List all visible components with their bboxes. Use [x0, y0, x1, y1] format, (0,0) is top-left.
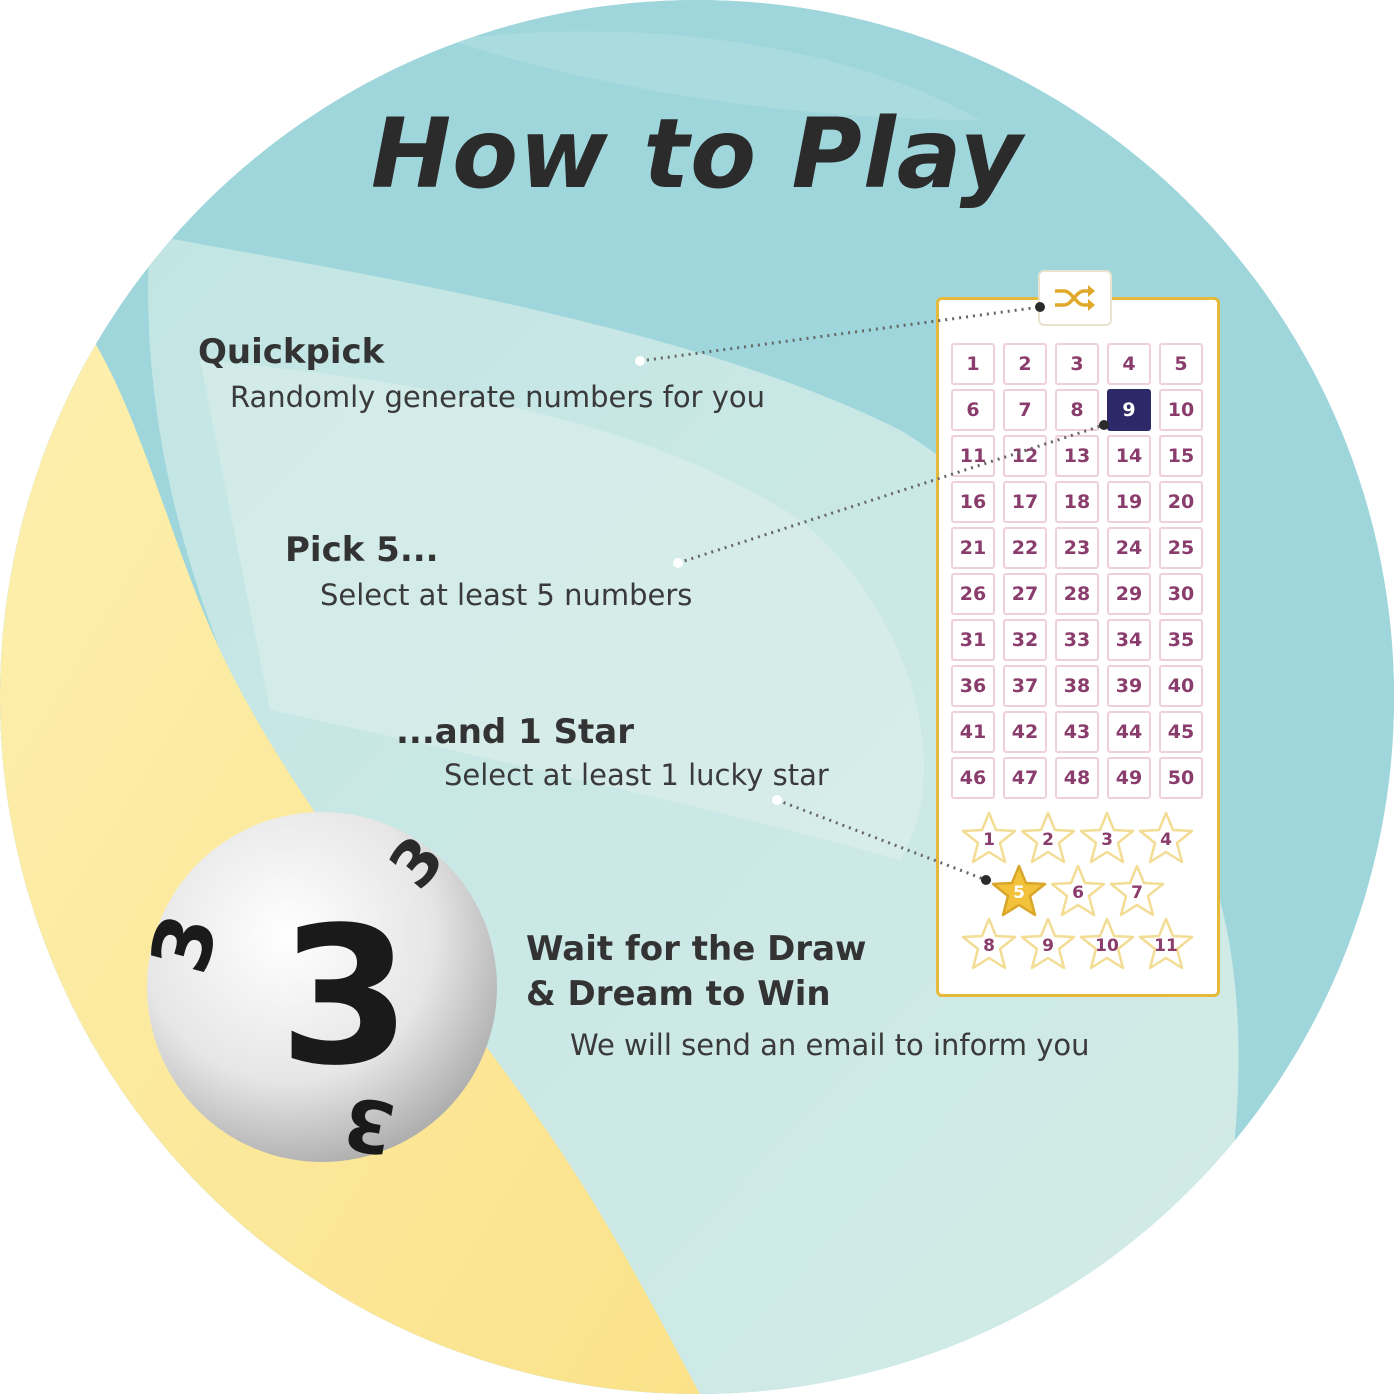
- star-11[interactable]: 11: [1137, 916, 1195, 972]
- draw-title-line2: & Dream to Win: [526, 974, 831, 1014]
- quickpick-button[interactable]: [1038, 270, 1112, 326]
- star-label: 9: [1042, 936, 1054, 956]
- number-cell-21[interactable]: 21: [951, 527, 995, 569]
- star-2[interactable]: 2: [1019, 810, 1077, 866]
- star-8[interactable]: 8: [960, 916, 1018, 972]
- number-cell-22[interactable]: 22: [1003, 527, 1047, 569]
- star-label: 7: [1131, 883, 1143, 903]
- number-cell-36[interactable]: 36: [951, 665, 995, 707]
- star-label: 11: [1154, 936, 1178, 956]
- number-cell-17[interactable]: 17: [1003, 481, 1047, 523]
- number-cell-45[interactable]: 45: [1159, 711, 1203, 753]
- number-cell-34[interactable]: 34: [1107, 619, 1151, 661]
- star-7[interactable]: 7: [1108, 863, 1166, 919]
- star-description: Select at least 1 lucky star: [444, 758, 829, 792]
- number-cell-43[interactable]: 43: [1055, 711, 1099, 753]
- number-cell-32[interactable]: 32: [1003, 619, 1047, 661]
- number-cell-2[interactable]: 2: [1003, 343, 1047, 385]
- star-6[interactable]: 6: [1049, 863, 1107, 919]
- quickpick-description: Randomly generate numbers for you: [230, 380, 765, 414]
- number-cell-16[interactable]: 16: [951, 481, 995, 523]
- page-title: How to Play: [370, 98, 1024, 210]
- number-cell-9[interactable]: 9: [1107, 389, 1151, 431]
- draw-title-line1: Wait for the Draw: [526, 929, 867, 969]
- pick5-description: Select at least 5 numbers: [320, 578, 693, 612]
- number-cell-38[interactable]: 38: [1055, 665, 1099, 707]
- number-cell-33[interactable]: 33: [1055, 619, 1099, 661]
- star-grid: 1 2 3 4 5 6 7 8 9 10 11: [960, 810, 1210, 980]
- ball-number-main: 3: [279, 886, 411, 1107]
- draw-description: We will send an email to inform you: [570, 1028, 1090, 1062]
- star-label: 6: [1072, 883, 1084, 903]
- star-label: 8: [983, 936, 995, 956]
- star-label: 2: [1042, 830, 1054, 850]
- number-cell-37[interactable]: 37: [1003, 665, 1047, 707]
- star-label: 3: [1101, 830, 1113, 850]
- number-cell-8[interactable]: 8: [1055, 389, 1099, 431]
- star-label: 5: [1013, 883, 1025, 903]
- number-cell-7[interactable]: 7: [1003, 389, 1047, 431]
- number-cell-5[interactable]: 5: [1159, 343, 1203, 385]
- number-cell-35[interactable]: 35: [1159, 619, 1203, 661]
- pick5-title: Pick 5...: [285, 530, 439, 570]
- number-cell-10[interactable]: 10: [1159, 389, 1203, 431]
- number-cell-13[interactable]: 13: [1055, 435, 1099, 477]
- number-cell-4[interactable]: 4: [1107, 343, 1151, 385]
- number-cell-31[interactable]: 31: [951, 619, 995, 661]
- number-cell-14[interactable]: 14: [1107, 435, 1151, 477]
- number-cell-24[interactable]: 24: [1107, 527, 1151, 569]
- number-cell-49[interactable]: 49: [1107, 757, 1151, 799]
- number-cell-42[interactable]: 42: [1003, 711, 1047, 753]
- star-9[interactable]: 9: [1019, 916, 1077, 972]
- lottery-ball-image: 3 3 3 3: [145, 812, 497, 1165]
- number-cell-1[interactable]: 1: [951, 343, 995, 385]
- number-cell-28[interactable]: 28: [1055, 573, 1099, 615]
- star-1[interactable]: 1: [960, 810, 1018, 866]
- number-cell-20[interactable]: 20: [1159, 481, 1203, 523]
- shuffle-icon: [1055, 285, 1095, 311]
- number-cell-26[interactable]: 26: [951, 573, 995, 615]
- number-cell-29[interactable]: 29: [1107, 573, 1151, 615]
- number-cell-30[interactable]: 30: [1159, 573, 1203, 615]
- star-4[interactable]: 4: [1137, 810, 1195, 866]
- number-cell-46[interactable]: 46: [951, 757, 995, 799]
- star-3[interactable]: 3: [1078, 810, 1136, 866]
- number-cell-27[interactable]: 27: [1003, 573, 1047, 615]
- number-cell-47[interactable]: 47: [1003, 757, 1047, 799]
- number-cell-3[interactable]: 3: [1055, 343, 1099, 385]
- number-cell-18[interactable]: 18: [1055, 481, 1099, 523]
- star-5[interactable]: 5: [990, 863, 1048, 919]
- number-cell-11[interactable]: 11: [951, 435, 995, 477]
- number-cell-25[interactable]: 25: [1159, 527, 1203, 569]
- number-cell-23[interactable]: 23: [1055, 527, 1099, 569]
- star-10[interactable]: 10: [1078, 916, 1136, 972]
- number-cell-15[interactable]: 15: [1159, 435, 1203, 477]
- number-cell-6[interactable]: 6: [951, 389, 995, 431]
- number-cell-19[interactable]: 19: [1107, 481, 1151, 523]
- star-label: 10: [1095, 936, 1119, 956]
- star-label: 4: [1160, 830, 1172, 850]
- number-cell-44[interactable]: 44: [1107, 711, 1151, 753]
- number-cell-48[interactable]: 48: [1055, 757, 1099, 799]
- quickpick-title: Quickpick: [198, 332, 385, 372]
- number-cell-12[interactable]: 12: [1003, 435, 1047, 477]
- number-cell-41[interactable]: 41: [951, 711, 995, 753]
- star-title: ...and 1 Star: [396, 712, 635, 752]
- number-grid: 1 2 3 4 5 6 7 8 9 10 11 12 13 14 15 16 17 18 19 20 21 22 23 24 2…: [951, 343, 1211, 799]
- number-cell-39[interactable]: 39: [1107, 665, 1151, 707]
- star-label: 1: [983, 830, 995, 850]
- number-cell-50[interactable]: 50: [1159, 757, 1203, 799]
- number-cell-40[interactable]: 40: [1159, 665, 1203, 707]
